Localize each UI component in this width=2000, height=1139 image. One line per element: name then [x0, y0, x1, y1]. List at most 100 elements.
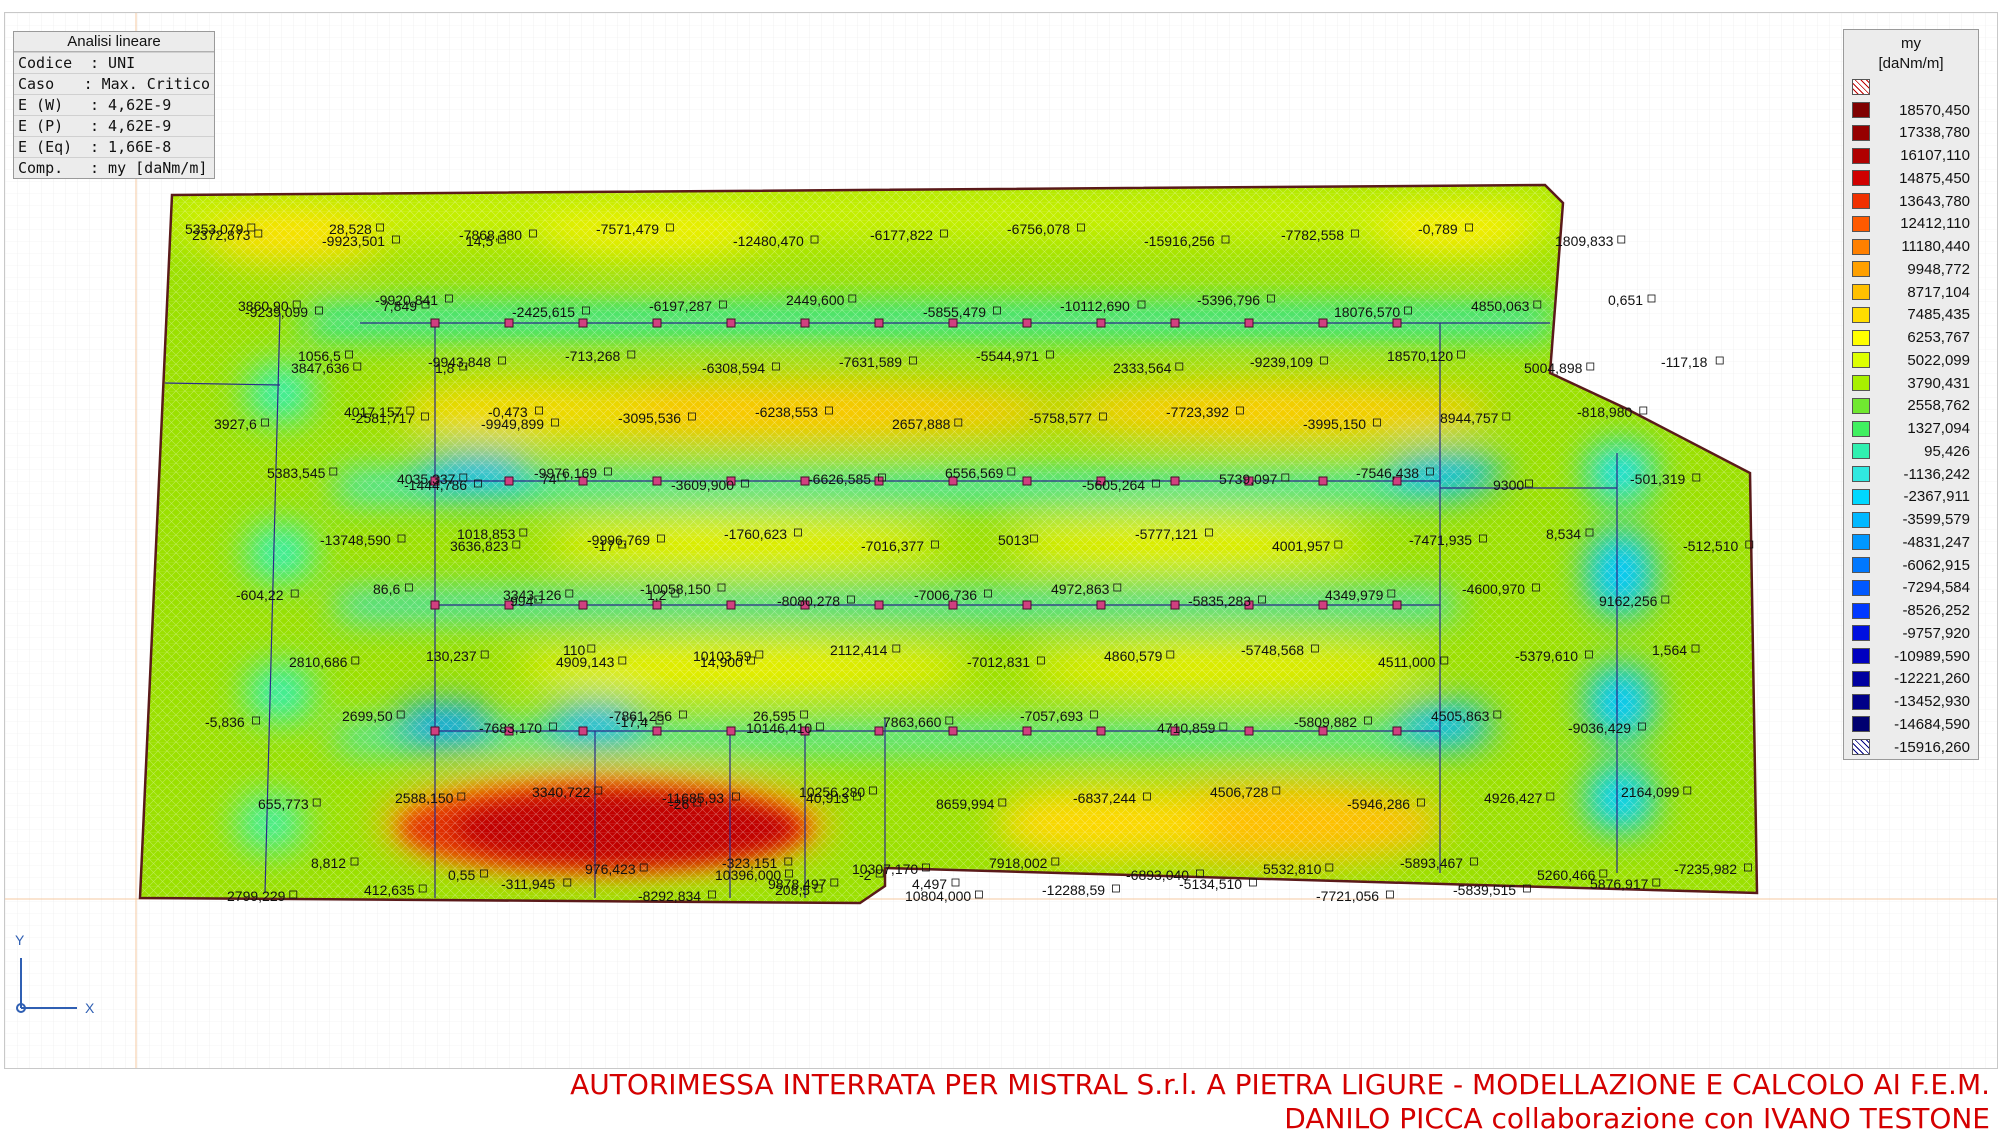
legend-swatch — [1852, 693, 1870, 710]
legend-swatch — [1852, 397, 1870, 414]
legend-swatch — [1852, 670, 1870, 687]
node-marker — [652, 476, 662, 486]
legend-item: 18570,450 — [1844, 99, 1978, 122]
value-annotation: 18570,120 — [1387, 348, 1453, 364]
value-annotation: 2657,888 — [892, 416, 951, 432]
legend-value: -9757,920 — [1902, 624, 1970, 642]
value-annotation: 4511,000 — [1378, 654, 1436, 670]
value-annotation: -2581,717 — [351, 410, 414, 426]
node-marker — [1318, 318, 1328, 328]
legend-swatch — [1852, 193, 1870, 210]
legend-item: -12221,260 — [1844, 668, 1978, 691]
legend-swatch — [1852, 284, 1870, 301]
value-annotation: 976,423 — [585, 861, 636, 877]
value-annotation: -10112,690 — [1060, 298, 1130, 314]
value-annotation: -5379,610 — [1515, 648, 1578, 664]
value-annotation: -7631,589 — [839, 354, 902, 370]
node-marker — [948, 726, 958, 736]
value-annotation: 9162,256 — [1599, 593, 1658, 609]
info-key: E (W) — [18, 96, 64, 114]
value-annotation: -5946,286 — [1347, 796, 1410, 812]
value-annotation: 110 — [563, 642, 586, 658]
value-annotation: -501,319 — [1630, 471, 1685, 487]
legend-min-swatch — [1852, 739, 1870, 756]
value-annotation: 8944,757 — [1440, 410, 1499, 426]
node-marker — [726, 318, 736, 328]
value-annotation: -5893,467 — [1400, 855, 1463, 871]
legend-item: 1327,094 — [1844, 417, 1978, 440]
color-legend: my [daNm/m] 18570,450 17338,780 16107,110 1… — [1843, 29, 1979, 760]
value-annotation: -7471,935 — [1409, 532, 1472, 548]
value-annotation: 4506,728 — [1210, 784, 1269, 800]
legend-unit: [daNm/m] — [1878, 55, 1944, 72]
value-annotation: -9239,099 — [245, 304, 308, 320]
model-viewport[interactable]: 5353,079 3860,90 3847,636 4017,157 4035,337 3… — [4, 12, 1998, 1069]
node-marker — [1392, 726, 1402, 736]
value-annotation: -6308,594 — [702, 360, 765, 376]
node-marker — [1022, 318, 1032, 328]
info-value: : UNI — [90, 54, 136, 72]
value-annotation: 4860,579 — [1104, 648, 1163, 664]
legend-value: 6253,767 — [1907, 329, 1970, 347]
legend-item: 11180,440 — [1844, 235, 1978, 258]
node-marker — [874, 318, 884, 328]
info-key: Codice — [18, 54, 73, 72]
legend-min-row: -15916,260 — [1844, 736, 1978, 759]
value-annotation: -5134,510 — [1179, 876, 1242, 892]
value-annotation: -117,18 — [1661, 354, 1708, 370]
value-annotation: 5260,466 — [1537, 867, 1596, 883]
value-annotation: -713,268 — [565, 348, 620, 364]
value-annotation: -17 — [594, 538, 614, 554]
value-annotation: 4850,063 — [1471, 298, 1530, 314]
value-annotation: 5004,898 — [1524, 360, 1583, 376]
legend-item: -1136,242 — [1844, 463, 1978, 486]
slab-contour-plot[interactable]: 5353,0793860,903847,6364017,1574035,3373… — [5, 13, 1997, 1068]
node-marker — [578, 318, 588, 328]
legend-item: -8526,252 — [1844, 599, 1978, 622]
value-annotation: 1018,853 — [457, 526, 516, 542]
value-annotation: 4972,863 — [1051, 581, 1110, 597]
legend-value: -4831,247 — [1902, 533, 1970, 551]
legend-item: 6253,767 — [1844, 326, 1978, 349]
legend-item: -9757,920 — [1844, 622, 1978, 645]
value-annotation: 655,773 — [258, 796, 309, 812]
legend-swatch — [1852, 170, 1870, 187]
value-annotation: -5396,796 — [1197, 292, 1260, 308]
value-annotation: 28,528 — [329, 221, 372, 237]
legend-item: 2558,762 — [1844, 395, 1978, 418]
value-annotation: 5876,917 — [1590, 876, 1649, 892]
legend-swatch — [1852, 147, 1870, 164]
legend-value: 16107,110 — [1900, 147, 1970, 165]
value-annotation: -5855,479 — [923, 304, 986, 320]
node-marker — [578, 726, 588, 736]
legend-item: 12412,110 — [1844, 213, 1978, 236]
legend-value: 9948,772 — [1907, 260, 1970, 278]
value-annotation: -5758,577 — [1029, 410, 1092, 426]
legend-swatch — [1852, 443, 1870, 460]
value-annotation: -7235,982 — [1674, 861, 1737, 877]
node-marker — [1096, 600, 1106, 610]
value-annotation: 1,564 — [1652, 642, 1687, 658]
info-row: E (P): 4,62E-9 — [14, 115, 214, 136]
node-marker — [504, 318, 514, 328]
legend-value: -10989,590 — [1894, 647, 1970, 665]
value-annotation: 2810,686 — [289, 654, 348, 670]
value-annotation: -6837,244 — [1073, 790, 1136, 806]
value-annotation: -7006,736 — [914, 587, 977, 603]
info-row: Comp.: my [daNm/m] — [14, 157, 214, 178]
legend-value: 5022,099 — [1907, 351, 1970, 369]
value-annotation: 3340,722 — [532, 784, 591, 800]
value-annotation: -12480,470 — [733, 233, 804, 249]
info-row: Codice : UNI — [14, 52, 214, 73]
value-annotation: 14,5 — [466, 233, 493, 249]
value-annotation: 2164,099 — [1621, 784, 1680, 800]
value-annotation: 5013 — [998, 532, 1029, 548]
node-marker — [430, 600, 440, 610]
node-marker — [1392, 318, 1402, 328]
legend-quantity: my — [1901, 35, 1921, 52]
value-annotation: -6756,078 — [1007, 221, 1070, 237]
analysis-info-title: Analisi lineare — [14, 32, 214, 52]
info-value: : 1,66E-8 — [90, 138, 172, 156]
value-annotation: -5839,515 — [1453, 882, 1516, 898]
axis-y-label: Y — [15, 932, 25, 948]
